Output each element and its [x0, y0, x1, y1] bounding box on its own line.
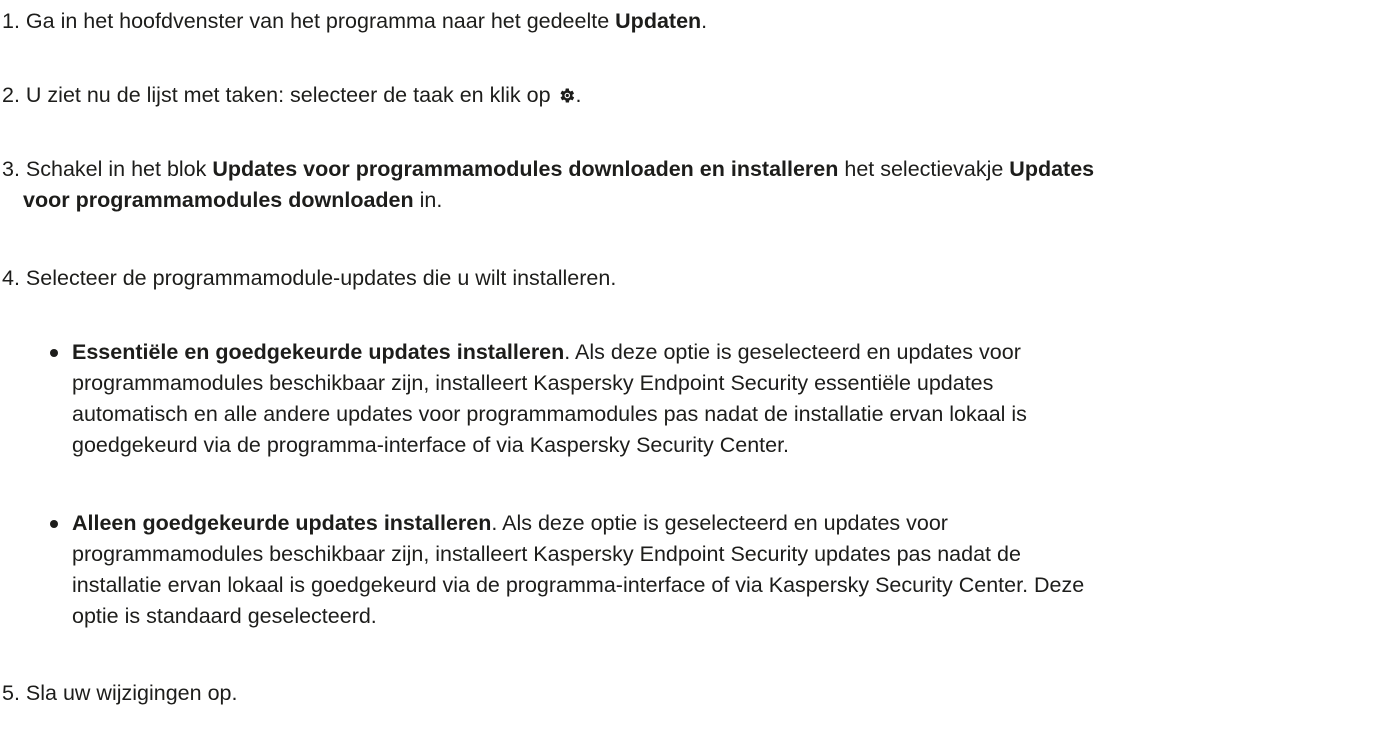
- block-name: Updates voor programmamodules downloaden…: [212, 157, 839, 181]
- checkbox-name-part1: Updates: [1009, 157, 1095, 181]
- section-name-updaten: Updaten: [615, 9, 702, 33]
- step-text: Selecteer de programmamodule-updates die…: [25, 266, 617, 290]
- step-number: 4.: [2, 266, 20, 290]
- option-line: optie is standaard geselecteerd.: [72, 604, 377, 628]
- instructions-page: 1. Ga in het hoofdvenster van het progra…: [0, 0, 1381, 729]
- step-4: 4. Selecteer de programmamodule-updates …: [0, 263, 616, 294]
- step-number: 1.: [2, 9, 20, 33]
- step-2: 2. U ziet nu de lijst met taken: selecte…: [0, 80, 582, 111]
- checkbox-name-part2: voor programmamodules downloaden: [23, 188, 414, 212]
- step-text: Ga in het hoofdvenster van het programma…: [25, 9, 616, 33]
- step-3-continuation: voor programmamodules downloaden in.: [0, 185, 1094, 216]
- step-text: Schakel in het blok: [25, 157, 213, 181]
- option-line: installatie ervan lokaal is goedgekeurd …: [72, 573, 1085, 597]
- option-title: Alleen goedgekeurde updates installeren: [72, 511, 492, 535]
- gear-icon: [557, 83, 576, 103]
- step-punctuation: .: [575, 83, 582, 107]
- step-5: 5. Sla uw wijzigingen op.: [0, 678, 237, 709]
- bullet-icon: [50, 349, 58, 357]
- step-number: 2.: [2, 83, 20, 107]
- option-line: programmamodules beschikbaar zijn, insta…: [72, 542, 1021, 566]
- bullet-icon: [50, 520, 58, 528]
- step-text: in.: [413, 188, 443, 212]
- step-number: 3.: [2, 157, 20, 181]
- option-line: automatisch en alle andere updates voor …: [72, 402, 1027, 426]
- option-line: . Als deze optie is geselecteerd en upda…: [564, 340, 1021, 364]
- option-text: Essentiële en goedgekeurde updates insta…: [72, 337, 1370, 461]
- option-approved-only: Alleen goedgekeurde updates installeren.…: [50, 508, 1370, 632]
- option-essential-and-approved: Essentiële en goedgekeurde updates insta…: [50, 337, 1370, 461]
- step-3: 3. Schakel in het blok Updates voor prog…: [0, 154, 1094, 216]
- option-line: programmamodules beschikbaar zijn, insta…: [72, 371, 994, 395]
- option-line: goedgekeurd via de programma-interface o…: [72, 433, 790, 457]
- option-line: . Als deze optie is geselecteerd en upda…: [491, 511, 948, 535]
- step-text: U ziet nu de lijst met taken: selecteer …: [25, 83, 557, 107]
- step-1: 1. Ga in het hoofdvenster van het progra…: [0, 6, 707, 37]
- step-text: het selectievakje: [838, 157, 1010, 181]
- option-text: Alleen goedgekeurde updates installeren.…: [72, 508, 1370, 632]
- option-title: Essentiële en goedgekeurde updates insta…: [72, 340, 565, 364]
- step-punctuation: .: [701, 9, 708, 33]
- step-text: Sla uw wijzigingen op.: [25, 681, 238, 705]
- step-number: 5.: [2, 681, 20, 705]
